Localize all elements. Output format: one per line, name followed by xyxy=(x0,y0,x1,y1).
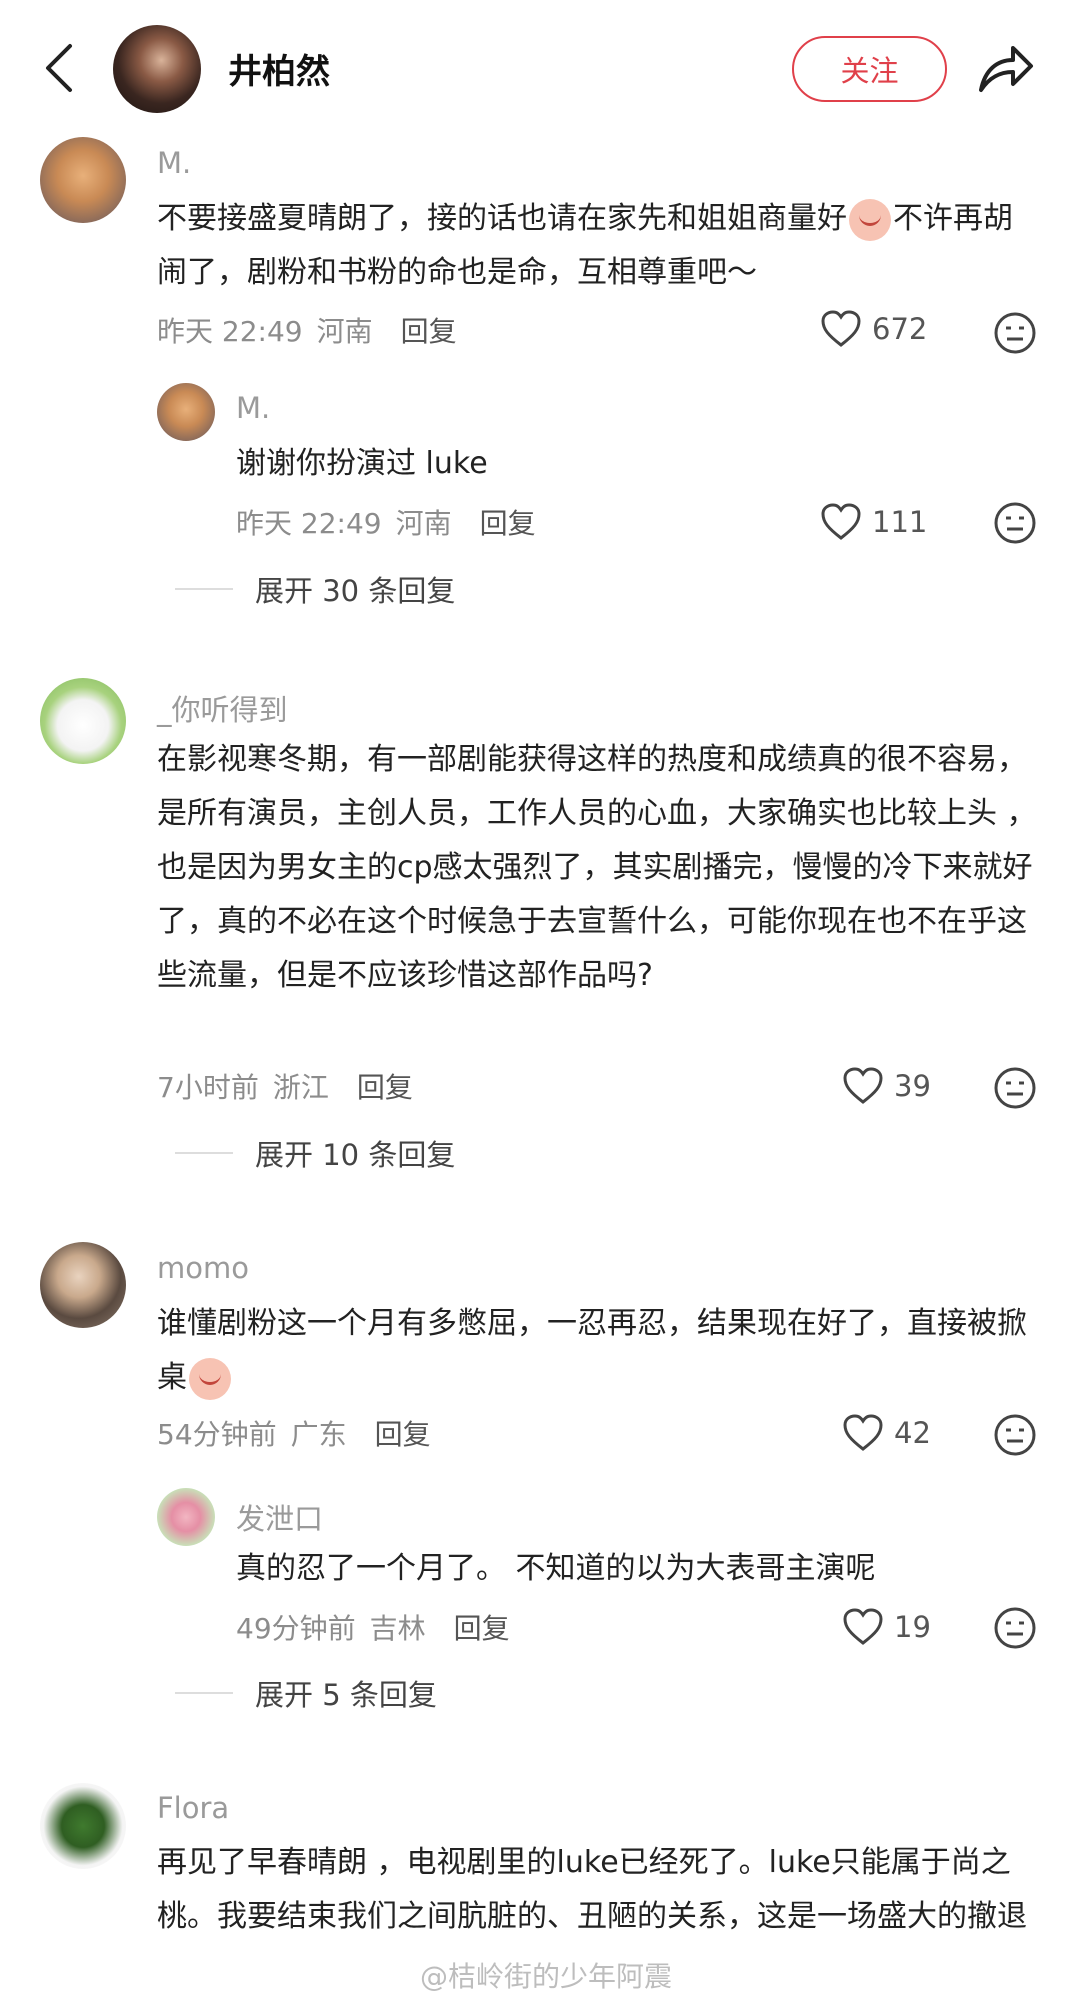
user-avatar[interactable] xyxy=(40,678,126,764)
user-avatar[interactable] xyxy=(157,383,215,441)
comment-text-part: 谁懂剧粉这一个月有多憋屈，一忍再忍，结果现在好了，直接被掀桌 xyxy=(157,1306,1027,1395)
comment-username[interactable]: momo xyxy=(157,1251,249,1285)
reply-time: 昨天 22:49 xyxy=(236,507,382,540)
comment-meta: 54分钟前 广东 回复 xyxy=(157,1413,431,1453)
comment-username[interactable]: Flora xyxy=(157,1791,229,1825)
comment-text-part: 不要接盛夏晴朗了，接的话也请在家先和姐姐商量好 xyxy=(157,201,847,236)
like-button[interactable]: 672 xyxy=(820,309,927,349)
reply-meta: 49分钟前 吉林 回复 xyxy=(236,1607,510,1647)
watermark: @桔岭街的少年阿震 xyxy=(420,1960,673,1993)
reply-text: 真的忍了一个月了。 不知道的以为大表哥主演呢 xyxy=(236,1551,876,1586)
reply-username[interactable]: 发泄口 xyxy=(236,1496,323,1538)
emoji-reaction-icon[interactable] xyxy=(993,501,1037,545)
header-username[interactable]: 井柏然 xyxy=(228,44,330,93)
divider-line xyxy=(175,588,233,590)
expand-replies-label: 展开 30 条回复 xyxy=(255,574,456,608)
top-bar: 井柏然 关注 xyxy=(0,0,1080,140)
heart-icon xyxy=(843,1608,883,1645)
reply-username[interactable]: M. xyxy=(236,391,270,425)
expand-replies-label: 展开 10 条回复 xyxy=(255,1138,456,1172)
expand-replies-button[interactable]: 展开 30 条回复 xyxy=(175,568,455,610)
comment-text: 谁懂剧粉这一个月有多憋屈，一忍再忍，结果现在好了，直接被掀桌 xyxy=(157,1297,1037,1405)
like-count: 19 xyxy=(894,1610,931,1644)
emoji-reaction-icon[interactable] xyxy=(993,1606,1037,1650)
share-icon[interactable] xyxy=(975,38,1035,98)
comment-location: 浙江 xyxy=(272,1071,329,1104)
follow-button[interactable]: 关注 xyxy=(792,36,947,102)
comment-time: 54分钟前 xyxy=(157,1418,277,1451)
divider-line xyxy=(175,1152,233,1154)
heart-icon xyxy=(821,310,861,347)
reply-button[interactable]: 回复 xyxy=(401,310,457,350)
heart-icon xyxy=(843,1067,883,1104)
blushing-emoji-icon xyxy=(189,1357,231,1400)
crying-emoji-icon xyxy=(849,198,891,241)
comment-time: 7小时前 xyxy=(157,1071,259,1104)
expand-replies-label: 展开 5 条回复 xyxy=(255,1678,437,1712)
back-arrow-icon[interactable] xyxy=(40,40,80,96)
comment-location: 河南 xyxy=(316,315,373,348)
like-button[interactable]: 42 xyxy=(842,1413,931,1453)
reply-time: 49分钟前 xyxy=(236,1612,356,1645)
reply-button[interactable]: 回复 xyxy=(480,502,536,542)
like-count: 42 xyxy=(894,1416,931,1450)
reply-button[interactable]: 回复 xyxy=(454,1607,510,1647)
reply-text: 谢谢你扮演过 luke xyxy=(236,446,488,481)
reply-button[interactable]: 回复 xyxy=(375,1413,431,1453)
expand-replies-button[interactable]: 展开 5 条回复 xyxy=(175,1672,437,1714)
reply-location: 吉林 xyxy=(369,1612,426,1645)
comment-meta: 昨天 22:49 河南 回复 xyxy=(157,310,457,350)
emoji-reaction-icon[interactable] xyxy=(993,1066,1037,1110)
like-button[interactable]: 39 xyxy=(842,1066,931,1106)
comment-time: 昨天 22:49 xyxy=(157,315,303,348)
like-count: 672 xyxy=(872,312,928,346)
comment-username[interactable]: M. xyxy=(157,146,191,180)
user-avatar[interactable] xyxy=(157,1488,215,1546)
comment-text: 不要接盛夏晴朗了，接的话也请在家先和姐姐商量好 不许再胡闹了，剧粉和书粉的命也是命… xyxy=(157,192,1037,300)
emoji-reaction-icon[interactable] xyxy=(993,311,1037,355)
like-count: 111 xyxy=(872,505,928,539)
heart-icon xyxy=(821,503,861,540)
reply-meta: 昨天 22:49 河南 回复 xyxy=(236,502,536,542)
user-avatar[interactable] xyxy=(40,1242,126,1328)
comment-meta: 7小时前 浙江 回复 xyxy=(157,1066,413,1106)
like-count: 39 xyxy=(894,1069,931,1103)
heart-icon xyxy=(843,1414,883,1451)
comment-location: 广东 xyxy=(290,1418,347,1451)
emoji-reaction-icon[interactable] xyxy=(993,1413,1037,1457)
expand-replies-button[interactable]: 展开 10 条回复 xyxy=(175,1132,455,1174)
divider-line xyxy=(175,1692,233,1694)
user-avatar[interactable] xyxy=(40,137,126,223)
header-avatar[interactable] xyxy=(113,25,201,113)
like-button[interactable]: 19 xyxy=(842,1607,931,1647)
comment-username[interactable]: _你听得到 xyxy=(157,687,288,729)
reply-button[interactable]: 回复 xyxy=(357,1066,413,1106)
user-avatar[interactable] xyxy=(40,1783,126,1869)
comment-text: 在影视寒冬期，有一部剧能获得这样的热度和成绩真的很不容易，是所有演员，主创人员，… xyxy=(157,742,1037,993)
like-button[interactable]: 111 xyxy=(820,502,927,542)
reply-location: 河南 xyxy=(395,507,452,540)
